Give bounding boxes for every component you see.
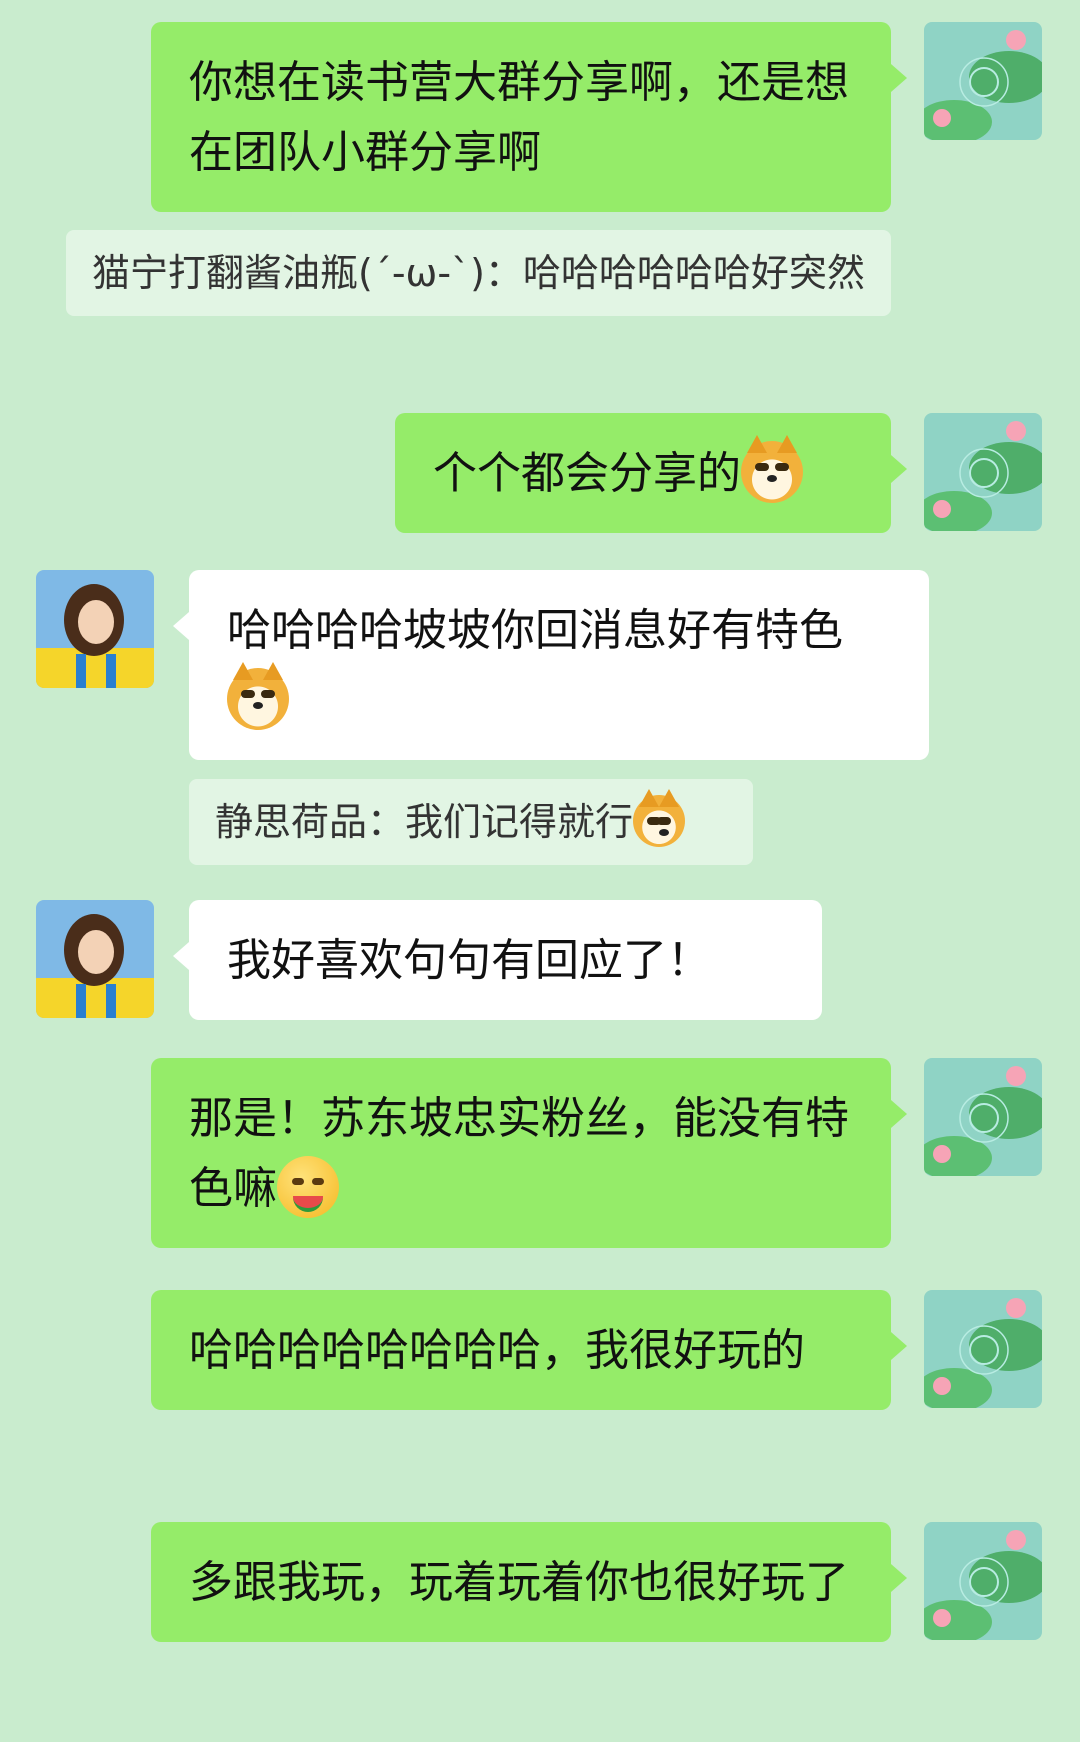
lotus-pond-avatar-icon (924, 22, 1042, 140)
quote-text: 静思荷品：我们记得就行 (215, 800, 634, 844)
my-avatar[interactable] (924, 1522, 1042, 1640)
quoted-message[interactable]: 静思荷品：我们记得就行 (189, 779, 753, 865)
my-avatar[interactable] (924, 22, 1042, 140)
lotus-pond-avatar-icon (924, 1058, 1042, 1176)
message-text: 你想在读书营大群分享啊，还是想在团队小群分享啊 (189, 57, 849, 178)
message-bubble[interactable]: 那是！苏东坡忠实粉丝，能没有特色嘛 (151, 1058, 907, 1248)
lotus-pond-avatar-icon (924, 1522, 1042, 1640)
my-avatar[interactable] (924, 1290, 1042, 1408)
message-text: 哈哈哈哈哈哈哈哈，我很好玩的 (189, 1325, 805, 1376)
message-bubble[interactable]: 你想在读书营大群分享啊，还是想在团队小群分享啊 (151, 22, 907, 212)
message-bubble[interactable]: 我好喜欢句句有回应了！ (173, 900, 822, 1020)
message-text: 哈哈哈哈坡坡你回消息好有特色 (227, 605, 843, 656)
girl-portrait-avatar-icon (36, 570, 154, 688)
message-bubble[interactable]: 哈哈哈哈哈哈哈哈，我很好玩的 (151, 1290, 907, 1410)
contact-avatar[interactable] (36, 570, 154, 688)
girl-portrait-avatar-icon (36, 900, 154, 1018)
message-text: 个个都会分享的 (433, 448, 741, 499)
contact-avatar[interactable] (36, 900, 154, 1018)
doge-emoji-icon (741, 435, 803, 503)
message-bubble[interactable]: 多跟我玩，玩着玩着你也很好玩了 (151, 1522, 907, 1642)
lotus-pond-avatar-icon (924, 413, 1042, 531)
message-bubble[interactable]: 哈哈哈哈坡坡你回消息好有特色 (173, 570, 929, 760)
my-avatar[interactable] (924, 1058, 1042, 1176)
quote-text: 猫宁打翻酱油瓶(´-ω-`)：哈哈哈哈哈哈好突然 (92, 251, 865, 295)
watermelon-smile-emoji-icon (277, 1156, 339, 1218)
my-avatar[interactable] (924, 413, 1042, 531)
quoted-message[interactable]: 猫宁打翻酱油瓶(´-ω-`)：哈哈哈哈哈哈好突然 (66, 230, 891, 316)
message-text: 我好喜欢句句有回应了！ (227, 935, 711, 986)
message-bubble[interactable]: 个个都会分享的 (395, 413, 907, 533)
doge-emoji-icon (633, 788, 686, 847)
lotus-pond-avatar-icon (924, 1290, 1042, 1408)
doge-emoji-icon (227, 662, 289, 730)
message-text: 多跟我玩，玩着玩着你也很好玩了 (189, 1557, 849, 1608)
